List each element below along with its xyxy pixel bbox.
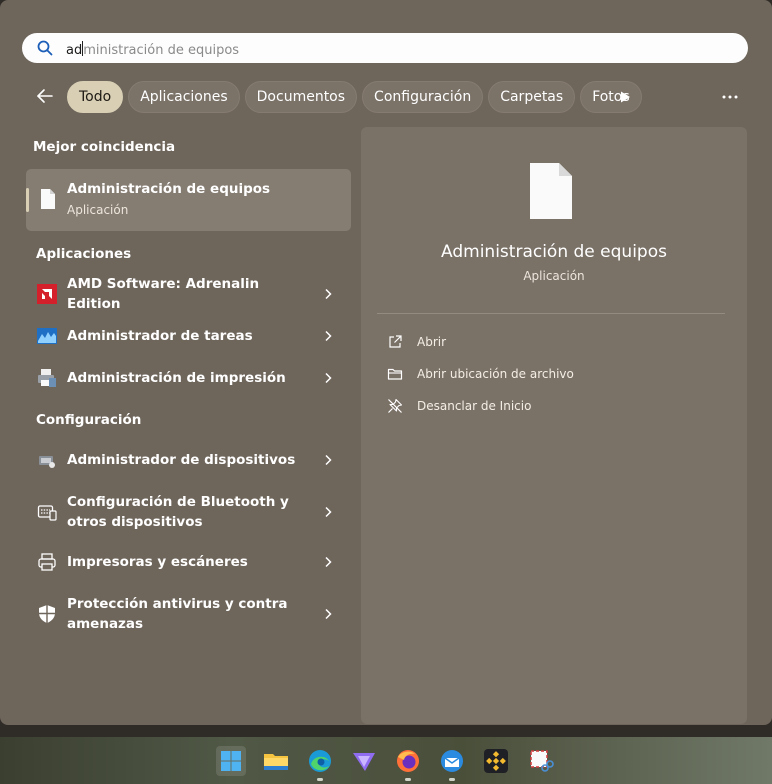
action-open[interactable]: Abrir <box>377 329 725 355</box>
settings-item-printers[interactable]: Impresoras y escáneres <box>26 542 351 582</box>
chevron-right-icon <box>325 372 332 384</box>
settings-item-label: Impresoras y escáneres <box>67 554 248 570</box>
taskbar <box>0 737 772 784</box>
filter-documentos[interactable]: Documentos <box>244 81 358 113</box>
more-options-icon[interactable] <box>719 88 741 106</box>
selection-indicator <box>26 188 29 212</box>
filter-todo[interactable]: Todo <box>67 81 124 113</box>
settings-item-label: Administrador de dispositivos <box>67 452 296 468</box>
detail-subtitle: Aplicación <box>523 269 585 283</box>
chevron-right-icon <box>325 288 332 300</box>
filter-configuracion[interactable]: Configuración <box>362 81 484 113</box>
app-item-print-management[interactable]: Administración de impresión <box>26 358 351 398</box>
task-manager-icon <box>37 328 57 344</box>
running-indicator <box>317 778 323 781</box>
filter-chips: Todo Aplicaciones Documentos Configuraci… <box>67 81 642 113</box>
snipping-tool-icon <box>530 750 554 772</box>
detail-title: Administración de equipos <box>441 242 667 262</box>
shield-icon <box>39 605 55 623</box>
settings-item-label: Configuración de Bluetooth y otros dispo… <box>67 494 289 530</box>
settings-item-antivirus[interactable]: Protección antivirus y contra amenazas <box>26 592 351 636</box>
taskbar-proton-vpn[interactable] <box>349 746 379 776</box>
best-match-heading: Mejor coincidencia <box>33 139 176 155</box>
folder-icon <box>387 368 403 380</box>
windows-start-icon <box>221 751 241 771</box>
app-item-amd[interactable]: AMD Software: Adrenalin Edition <box>26 274 351 314</box>
taskbar-file-explorer[interactable] <box>261 746 291 776</box>
file-icon <box>41 189 55 209</box>
printer-icon <box>38 553 56 571</box>
edge-icon <box>309 750 331 772</box>
chevron-right-icon <box>325 556 332 568</box>
best-match-item[interactable]: Administración de equipos Aplicación <box>26 169 351 231</box>
proton-vpn-icon <box>353 753 375 771</box>
back-arrow-icon[interactable] <box>35 86 55 106</box>
action-label: Abrir <box>417 335 447 349</box>
running-indicator <box>405 778 411 781</box>
action-label: Abrir ubicación de archivo <box>417 367 574 381</box>
taskbar-snipping-tool[interactable] <box>525 746 555 776</box>
taskbar-edge[interactable] <box>305 746 335 781</box>
taskbar-thunderbird[interactable] <box>437 746 467 781</box>
app-item-task-manager[interactable]: Administrador de tareas <box>26 316 351 356</box>
filter-carpetas[interactable]: Carpetas <box>488 81 576 113</box>
print-management-icon <box>38 369 56 387</box>
search-box[interactable]: administración de equipos <box>22 33 748 63</box>
binance-icon <box>484 749 508 773</box>
filter-fotos[interactable]: Fotos <box>580 81 642 113</box>
open-external-icon <box>389 335 402 348</box>
app-item-label: AMD Software: Adrenalin Edition <box>67 276 260 312</box>
action-label: Desanclar de Inicio <box>417 399 532 413</box>
running-indicator <box>449 778 455 781</box>
settings-item-bluetooth[interactable]: Configuración de Bluetooth y otros dispo… <box>26 490 351 534</box>
firefox-icon <box>397 750 419 772</box>
settings-heading: Configuración <box>36 412 142 428</box>
app-item-label: Administración de impresión <box>67 370 286 386</box>
settings-item-device-manager[interactable]: Administrador de dispositivos <box>26 440 351 480</box>
chevron-right-icon <box>325 330 332 342</box>
windows-start-button[interactable] <box>216 746 246 776</box>
chevron-right-icon <box>325 608 332 620</box>
device-manager-icon <box>39 456 55 468</box>
settings-item-label: Protección antivirus y contra amenazas <box>67 596 288 632</box>
thunderbird-icon <box>441 750 463 772</box>
chevron-right-icon <box>325 454 332 466</box>
best-match-title: Administración de equipos <box>67 181 271 197</box>
start-search-panel: administración de equipos Todo Aplicacio… <box>0 0 772 725</box>
action-open-file-location[interactable]: Abrir ubicación de archivo <box>377 361 725 387</box>
apps-heading: Aplicaciones <box>36 246 132 262</box>
taskbar-firefox[interactable] <box>393 746 423 781</box>
app-item-label: Administrador de tareas <box>67 328 253 344</box>
file-explorer-icon <box>264 754 288 770</box>
action-unpin-start[interactable]: Desanclar de Inicio <box>377 393 725 419</box>
search-icon <box>37 40 53 56</box>
more-filters-play-icon[interactable] <box>618 90 632 104</box>
search-input[interactable]: administración de equipos <box>66 41 239 58</box>
amd-icon <box>37 284 57 304</box>
search-suggestion: ministración de equipos <box>83 43 240 58</box>
divider <box>377 313 725 314</box>
detail-pane: Administración de equipos Aplicación Abr… <box>361 127 747 724</box>
file-icon <box>530 163 572 219</box>
unpin-icon <box>388 398 403 413</box>
taskbar-binance[interactable] <box>481 746 511 776</box>
search-typed-text: ad <box>66 43 83 58</box>
bluetooth-devices-icon <box>37 505 57 521</box>
best-match-subtitle: Aplicación <box>67 203 129 217</box>
chevron-right-icon <box>325 506 332 518</box>
filter-aplicaciones[interactable]: Aplicaciones <box>128 81 240 113</box>
